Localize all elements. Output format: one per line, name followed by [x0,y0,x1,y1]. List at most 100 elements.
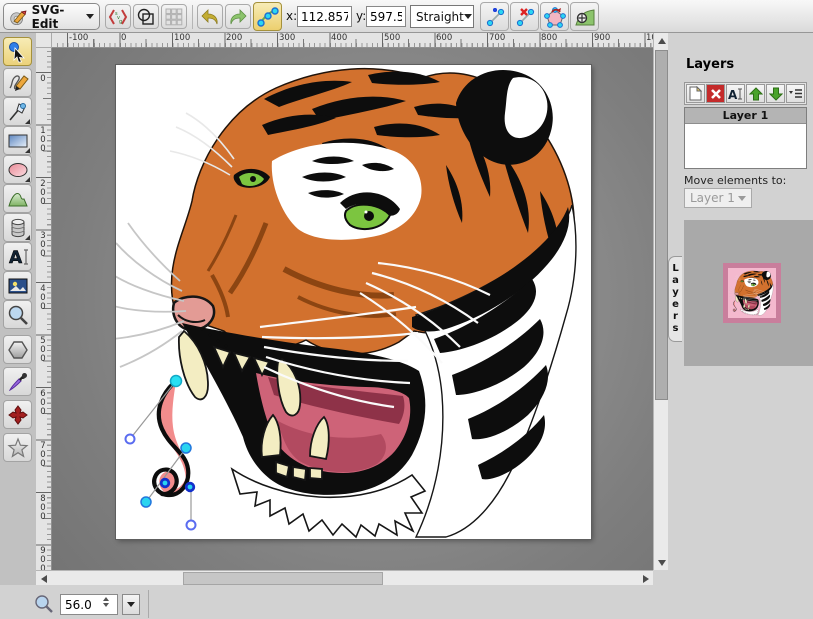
text-tool-button[interactable]: A [3,242,32,271]
path-node[interactable] [141,497,151,507]
arrow-up-icon [658,38,666,44]
move-layer-up-button[interactable] [746,84,765,103]
flyout-arrow [25,235,30,240]
h-ruler-label: 1000 [646,33,653,43]
zoom-tool-button[interactable] [3,300,32,329]
svg-text:A: A [9,248,23,268]
canvas-workspace[interactable] [52,48,653,570]
spinner-down-icon [103,603,109,607]
zoom-spinner[interactable] [103,597,109,607]
move-elements-label: Move elements to: [684,174,786,187]
chevron-down-icon [86,14,94,19]
path-node[interactable] [181,443,191,453]
v-ruler-label: 300 [38,231,47,258]
layer-list: Layer 1 [684,107,807,169]
node-edit-tool-button[interactable] [253,2,282,31]
image-tool-icon [7,275,29,297]
bottom-bar [0,585,813,619]
polygon-hexagon-icon [7,339,29,361]
tiger-artwork [116,65,591,539]
eyedropper-icon [7,371,29,393]
horizontal-scrollbar-thumb[interactable] [183,572,383,585]
segment-type-select[interactable]: Straight [410,5,474,28]
vertical-ruler: 0 100 200 300 400 500 600 700 800 900 [36,48,52,570]
polygon-tool-button[interactable] [3,335,32,364]
pencil-tool-button[interactable] [3,68,32,97]
text-tool-icon: A [7,246,29,268]
chevron-down-icon [127,602,135,607]
flyout-arrow [25,119,30,124]
undo-button[interactable] [197,4,223,29]
scroll-right-button[interactable] [638,571,653,586]
v-ruler-label: 600 [38,389,47,416]
grid-icon [165,8,183,26]
v-ruler-label: 200 [38,179,47,206]
image-tool-button[interactable] [3,271,32,300]
delete-node-button[interactable] [510,2,539,31]
layer-down-icon [769,87,783,101]
horizontal-scrollbar[interactable] [36,570,653,585]
left-toolbar: A [0,33,36,619]
v-ruler-label: 900 [38,546,47,570]
vertical-scrollbar[interactable] [653,33,668,570]
v-ruler-label: 0 [38,74,47,83]
h-ruler-label: 800 [541,33,557,43]
drawing-canvas[interactable] [116,65,591,539]
layer-thumbnail[interactable] [723,263,781,323]
rename-layer-button[interactable]: A [726,84,745,103]
star-tool-button[interactable] [3,433,32,462]
vertical-scrollbar-thumb[interactable] [655,50,668,400]
path-node[interactable] [186,483,194,491]
h-ruler-label: 700 [489,33,505,43]
move-elements-select[interactable]: Layer 1 [684,188,752,208]
scroll-left-button[interactable] [36,571,51,586]
delete-layer-button[interactable] [706,84,725,103]
coord-y-input[interactable] [366,6,406,27]
close-path-button[interactable] [540,2,569,31]
coord-x-input[interactable] [297,6,352,27]
v-ruler-label: 800 [38,494,47,521]
rectangle-tool-button[interactable] [3,126,32,155]
zoom-level-input[interactable] [60,594,118,615]
h-ruler-label: -100 [69,33,88,43]
scroll-down-button[interactable] [654,555,669,570]
zoom-preset-dropdown[interactable] [122,594,140,615]
layers-panel-handle[interactable]: Layers [668,256,682,342]
delete-layer-icon [710,88,722,100]
redo-button[interactable] [225,4,251,29]
move-layer-down-button[interactable] [766,84,785,103]
ellipse-tool-button[interactable] [3,155,32,184]
spinner-up-icon [103,597,109,601]
arrow-left-icon [41,575,47,583]
grid-button[interactable] [161,4,187,29]
bottom-separator [148,590,149,618]
layers-panel-title: Layers [686,57,734,72]
select-tool-button[interactable] [3,37,32,66]
layers-panel: Layers Layers A [668,33,813,619]
layer-up-icon [749,87,763,101]
svg-edit-logo-icon [9,6,28,28]
path-tool-button[interactable] [3,184,32,213]
cylinder-shape-tool-button[interactable] [3,213,32,242]
add-node-button[interactable] [480,2,509,31]
layer-preview-block [684,220,813,366]
path-control-handle[interactable] [126,435,135,444]
new-layer-button[interactable] [686,84,705,103]
path-node[interactable] [161,479,169,487]
open-path-button[interactable] [570,2,599,31]
path-control-handle[interactable] [187,521,196,530]
source-code-button[interactable]: s v g [105,4,131,29]
close-path-icon [543,5,567,29]
eyedropper-tool-button[interactable] [3,367,32,396]
path-node[interactable] [171,376,182,387]
scroll-up-button[interactable] [654,33,669,48]
layer-more-options-button[interactable] [786,84,805,103]
v-ruler-label: 700 [38,441,47,468]
undo-icon [200,8,220,26]
shapes-button[interactable] [133,4,159,29]
h-ruler-label: 900 [594,33,610,43]
line-tool-button[interactable] [3,97,32,126]
layer-row[interactable]: Layer 1 [685,108,806,124]
red-cross-shape-tool-button[interactable] [3,400,32,429]
main-menu-button[interactable]: SVG-Edit [3,3,100,30]
